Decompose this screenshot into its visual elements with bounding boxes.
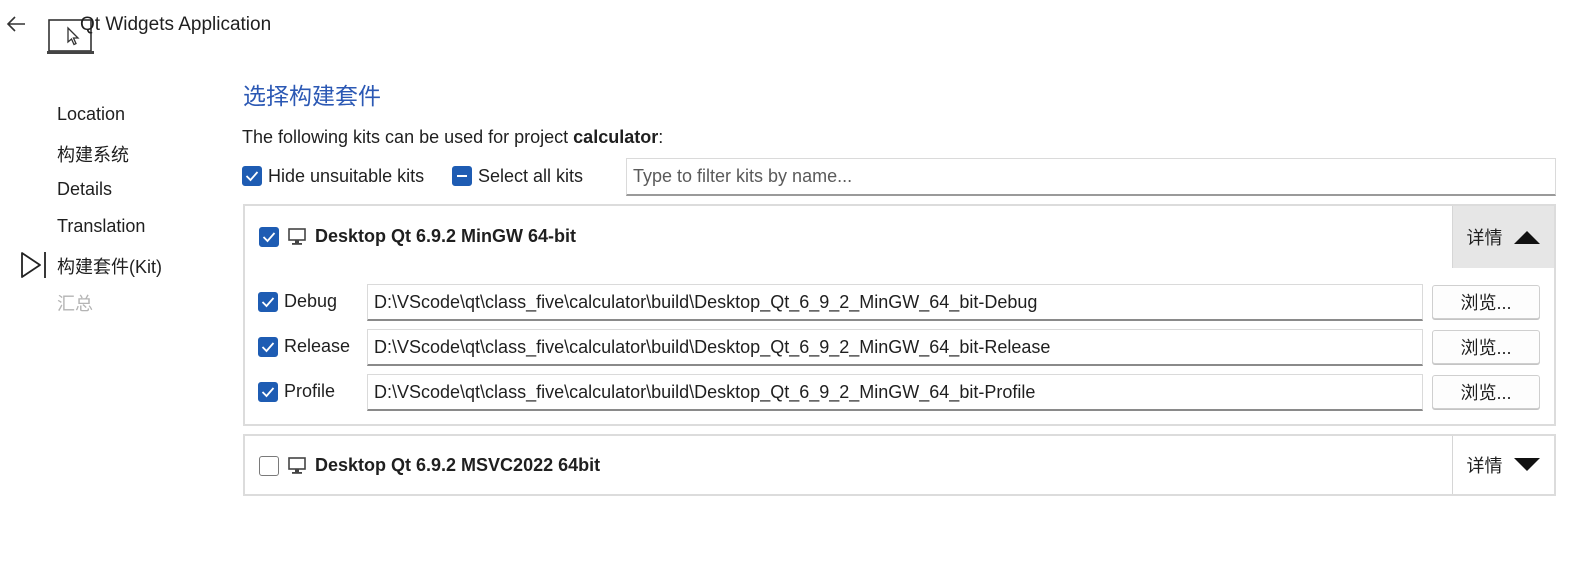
hide-unsuitable-checkbox[interactable] bbox=[242, 166, 262, 186]
browse-button-release[interactable]: 浏览... bbox=[1432, 330, 1540, 364]
kit-name-msvc: Desktop Qt 6.9.2 MSVC2022 64bit bbox=[315, 455, 601, 475]
nav-item-location[interactable]: Location bbox=[57, 104, 125, 125]
intro-prefix: The following kits can be used for proje… bbox=[242, 127, 574, 147]
select-all-checkbox[interactable] bbox=[452, 166, 472, 186]
desktop-monitor-icon bbox=[287, 227, 307, 247]
kit-details-button-msvc[interactable]: 详情 bbox=[1452, 436, 1554, 494]
browse-button-profile[interactable]: 浏览... bbox=[1432, 375, 1540, 409]
browse-button-debug[interactable]: 浏览... bbox=[1432, 285, 1540, 319]
details-label: 详情 bbox=[1466, 228, 1503, 248]
project-name: calculator bbox=[573, 127, 659, 147]
kit-details-button-mingw[interactable]: 详情 bbox=[1452, 206, 1554, 268]
build-path-debug[interactable]: D:\VScode\qt\class_five\calculator\build… bbox=[367, 284, 1423, 321]
build-checkbox-profile[interactable] bbox=[258, 382, 278, 402]
back-arrow-icon[interactable] bbox=[4, 10, 28, 38]
nav-item-kits[interactable]: 构建套件(Kit) bbox=[57, 253, 162, 279]
build-path-release[interactable]: D:\VScode\qt\class_five\calculator\build… bbox=[367, 329, 1423, 366]
build-path-profile[interactable]: D:\VScode\qt\class_five\calculator\build… bbox=[367, 374, 1423, 411]
kit-name-mingw: Desktop Qt 6.9.2 MinGW 64-bit bbox=[315, 226, 577, 246]
app-title: Qt Widgets Application bbox=[80, 14, 272, 35]
build-label-profile[interactable]: Profile bbox=[284, 381, 335, 402]
intro-text: The following kits can be used for proje… bbox=[242, 127, 663, 148]
desktop-monitor-icon bbox=[287, 456, 307, 476]
kit-panel-msvc: Desktop Qt 6.9.2 MSVC2022 64bit 详情 bbox=[243, 434, 1556, 496]
build-label-debug[interactable]: Debug bbox=[284, 291, 337, 312]
current-step-marker-icon bbox=[20, 251, 48, 279]
kit-panel-mingw: Desktop Qt 6.9.2 MinGW 64-bit 详情 Debug D… bbox=[243, 204, 1556, 426]
hide-unsuitable-label[interactable]: Hide unsuitable kits bbox=[268, 166, 424, 187]
nav-item-build-system[interactable]: 构建系统 bbox=[57, 141, 129, 167]
nav-item-translation[interactable]: Translation bbox=[57, 216, 145, 237]
build-checkbox-release[interactable] bbox=[258, 337, 278, 357]
chevron-down-icon bbox=[1513, 458, 1540, 471]
kit-checkbox-mingw[interactable] bbox=[259, 227, 279, 247]
build-label-release[interactable]: Release bbox=[284, 336, 350, 357]
nav-item-summary: 汇总 bbox=[57, 294, 93, 314]
build-checkbox-debug[interactable] bbox=[258, 292, 278, 312]
chevron-up-icon bbox=[1513, 231, 1540, 244]
intro-suffix: : bbox=[658, 127, 664, 147]
page-title: 选择构建套件 bbox=[243, 83, 381, 109]
nav-item-details[interactable]: Details bbox=[57, 179, 112, 200]
kit-checkbox-msvc[interactable] bbox=[259, 456, 279, 476]
details-label: 详情 bbox=[1466, 456, 1503, 476]
select-all-label[interactable]: Select all kits bbox=[478, 166, 583, 187]
kit-filter-input[interactable] bbox=[626, 158, 1556, 196]
